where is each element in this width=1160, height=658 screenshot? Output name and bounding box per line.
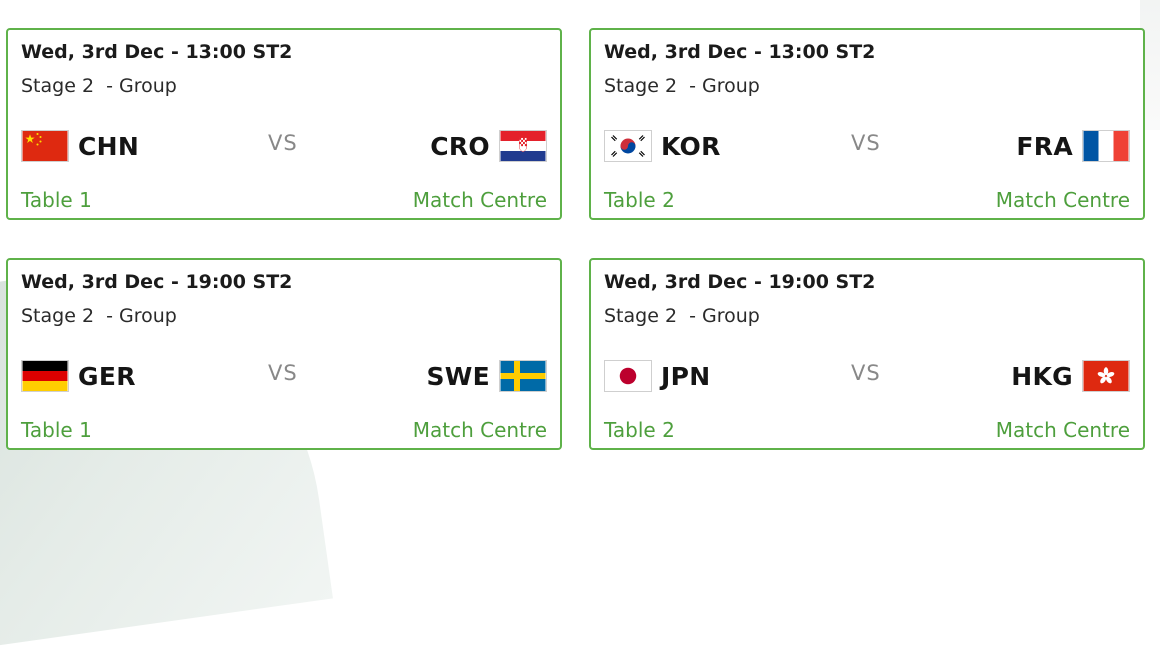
match-card[interactable]: Wed, 3rd Dec - 19:00 ST2 Stage 2 - Group… (6, 258, 562, 450)
away-team-code: FRA (1016, 131, 1073, 161)
match-stage: Stage 2 - Group (21, 305, 177, 327)
match-stage: Stage 2 - Group (21, 75, 177, 97)
match-centre-link[interactable]: Match Centre (413, 418, 547, 442)
versus-label: VS (268, 361, 298, 385)
sweden-flag-icon (499, 360, 547, 392)
home-team[interactable]: KOR (604, 128, 721, 164)
match-stage: Stage 2 - Group (604, 75, 760, 97)
versus-label: VS (851, 131, 881, 155)
match-centre-link[interactable]: Match Centre (413, 188, 547, 212)
hong-kong-flag-icon (1082, 360, 1130, 392)
croatia-flag-icon (499, 130, 547, 162)
away-team[interactable]: SWE (426, 358, 547, 394)
match-card[interactable]: Wed, 3rd Dec - 13:00 ST2 Stage 2 - Group… (589, 28, 1145, 220)
match-stage: Stage 2 - Group (604, 305, 760, 327)
home-team-code: KOR (661, 131, 721, 161)
germany-flag-icon (21, 360, 69, 392)
match-card[interactable]: Wed, 3rd Dec - 19:00 ST2 Stage 2 - Group… (589, 258, 1145, 450)
match-centre-link[interactable]: Match Centre (996, 188, 1130, 212)
away-team-code: SWE (426, 361, 490, 391)
match-centre-link[interactable]: Match Centre (996, 418, 1130, 442)
south-korea-flag-icon (604, 130, 652, 162)
china-flag-icon (21, 130, 69, 162)
home-team[interactable]: GER (21, 358, 136, 394)
match-card[interactable]: Wed, 3rd Dec - 13:00 ST2 Stage 2 - Group… (6, 28, 562, 220)
table-label: Table 2 (604, 418, 675, 442)
versus-label: VS (268, 131, 298, 155)
match-date-time: Wed, 3rd Dec - 19:00 ST2 (604, 271, 876, 293)
away-team[interactable]: FRA (1016, 128, 1130, 164)
home-team-code: JPN (661, 361, 711, 391)
japan-flag-icon (604, 360, 652, 392)
away-team[interactable]: CRO (430, 128, 547, 164)
table-label: Table 2 (604, 188, 675, 212)
match-date-time: Wed, 3rd Dec - 13:00 ST2 (604, 41, 876, 63)
match-date-time: Wed, 3rd Dec - 19:00 ST2 (21, 271, 293, 293)
home-team[interactable]: CHN (21, 128, 139, 164)
home-team-code: GER (78, 361, 136, 391)
table-label: Table 1 (21, 188, 92, 212)
away-team[interactable]: HKG (1011, 358, 1130, 394)
match-date-time: Wed, 3rd Dec - 13:00 ST2 (21, 41, 293, 63)
france-flag-icon (1082, 130, 1130, 162)
versus-label: VS (851, 361, 881, 385)
away-team-code: CRO (430, 131, 490, 161)
away-team-code: HKG (1011, 361, 1073, 391)
home-team-code: CHN (78, 131, 140, 161)
table-label: Table 1 (21, 418, 92, 442)
home-team[interactable]: JPN (604, 358, 710, 394)
